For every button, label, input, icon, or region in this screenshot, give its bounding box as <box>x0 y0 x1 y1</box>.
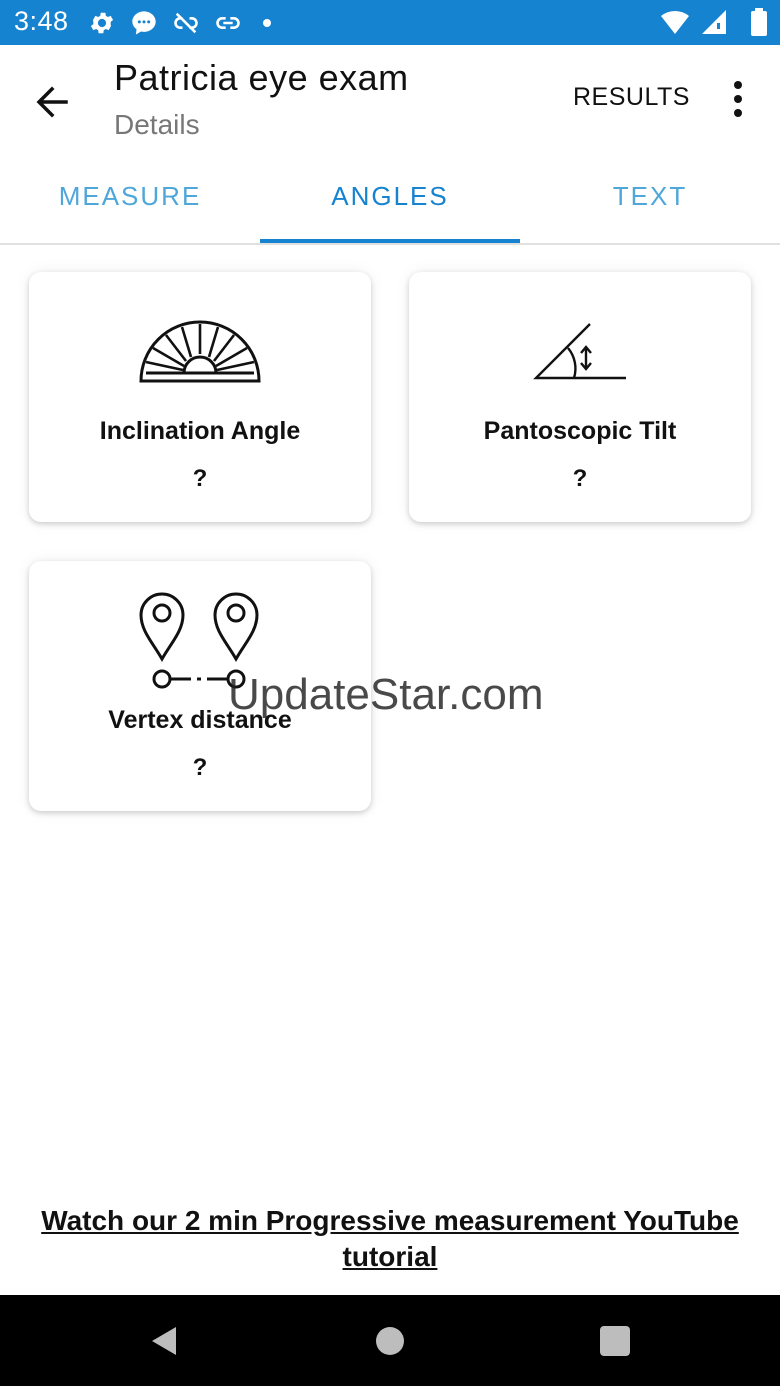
tab-indicator <box>260 239 520 243</box>
battery-icon <box>751 8 767 36</box>
dot-icon <box>263 19 271 27</box>
back-triangle-icon[interactable] <box>146 1323 182 1359</box>
status-time: 3:48 <box>14 6 69 36</box>
watermark: UpdateStar.com <box>228 670 544 719</box>
page-subtitle: Details <box>114 109 200 140</box>
card-label: Inclination Angle <box>99 417 301 445</box>
app-bar: Patricia eye exam Details RESULTS <box>0 45 780 150</box>
back-arrow-icon[interactable] <box>26 75 80 129</box>
tab-measure[interactable]: MEASURE <box>0 150 260 243</box>
tab-text[interactable]: TEXT <box>520 150 780 243</box>
navigation-bar <box>0 1295 780 1386</box>
link-icon <box>216 17 240 29</box>
card-value: ? <box>192 754 208 781</box>
tab-angles[interactable]: ANGLES <box>260 150 520 243</box>
wifi-icon <box>661 10 689 35</box>
protractor-icon <box>139 320 261 383</box>
angle-tilt-icon <box>533 323 626 380</box>
link-off-icon <box>174 12 198 34</box>
card-value: ? <box>572 465 588 492</box>
more-vert-icon[interactable] <box>724 79 752 119</box>
card-inclination-angle[interactable]: Inclination Angle ? <box>29 272 371 522</box>
gear-icon <box>90 12 114 34</box>
card-label: Pantoscopic Tilt <box>483 417 677 445</box>
tab-bar: MEASURE ANGLES TEXT <box>0 150 780 245</box>
signal-icon <box>702 10 726 34</box>
recents-square-icon[interactable] <box>597 1323 633 1359</box>
card-value: ? <box>192 465 208 492</box>
home-circle-icon[interactable] <box>372 1323 408 1359</box>
page-title: Patricia eye exam <box>114 57 409 98</box>
status-bar: 3:48 <box>0 0 780 45</box>
card-pantoscopic-tilt[interactable]: Pantoscopic Tilt ? <box>409 272 751 522</box>
tutorial-link[interactable]: Watch our 2 min Progressive measurement … <box>20 1203 760 1275</box>
chat-bubble-icon <box>132 11 156 35</box>
results-button[interactable]: RESULTS <box>573 83 690 112</box>
